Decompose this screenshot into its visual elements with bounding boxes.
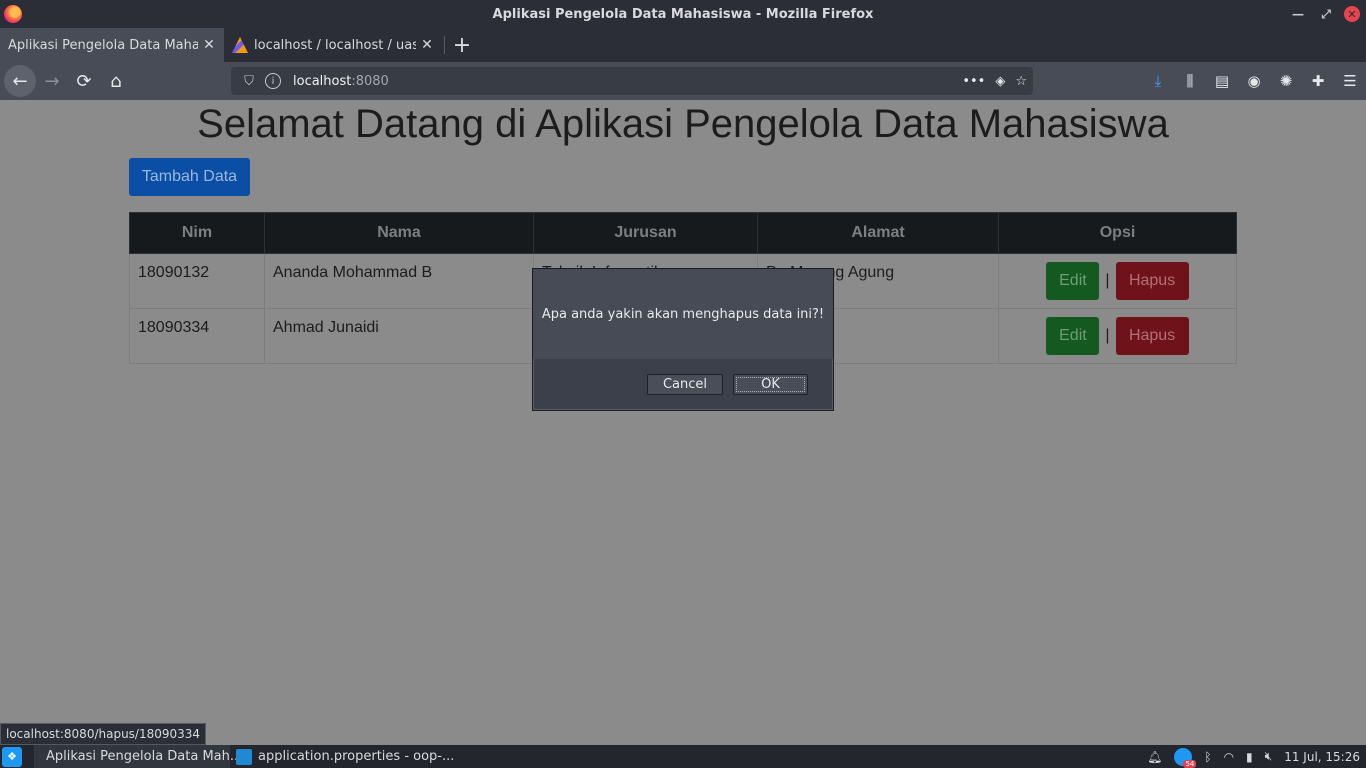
- home-button[interactable]: ⌂: [100, 65, 132, 97]
- sidebar-icon[interactable]: ▤: [1206, 65, 1238, 97]
- column-header-opsi: Opsi: [998, 212, 1237, 254]
- cell-nama: Ananda Mohammad B: [264, 253, 534, 309]
- phpmyadmin-icon: [232, 37, 248, 53]
- bookmark-star-icon[interactable]: ☆: [1015, 74, 1027, 89]
- account-icon[interactable]: ◉: [1238, 65, 1270, 97]
- new-tab-button[interactable]: +: [447, 28, 477, 62]
- navigation-toolbar: ← → ⟳ ⌂ ⛉ i localhost:8080 ••• ◈ ☆ ⤓ ⫼ ▤…: [0, 62, 1366, 100]
- window-titlebar: Aplikasi Pengelola Data Mahasiswa - Mozi…: [0, 0, 1366, 28]
- tambah-data-button[interactable]: Tambah Data: [129, 158, 250, 196]
- taskbar-item-label: Aplikasi Pengelola Data Mah...: [46, 749, 243, 764]
- downloads-icon[interactable]: ⤓: [1142, 65, 1174, 97]
- separator: |: [1105, 272, 1110, 289]
- reload-button[interactable]: ⟳: [68, 65, 100, 97]
- confirm-dialog: Apa anda yakin akan menghapus data ini?!…: [532, 268, 834, 411]
- pocket-icon[interactable]: ◈: [995, 74, 1005, 89]
- hapus-button[interactable]: Hapus: [1115, 317, 1189, 355]
- wifi-icon[interactable]: ◠: [1224, 750, 1234, 764]
- app-launcher-icon[interactable]: ❖: [2, 746, 22, 767]
- column-header-nim: Nim: [129, 212, 265, 254]
- updates-count: 54: [1183, 759, 1197, 768]
- site-info-icon[interactable]: i: [265, 73, 281, 89]
- tracking-protection-icon[interactable]: ⛉: [239, 74, 259, 89]
- edit-button[interactable]: Edit: [1046, 317, 1100, 355]
- ok-button[interactable]: OK: [733, 374, 808, 395]
- url-host: localhost: [293, 73, 352, 89]
- extensions-icon[interactable]: ✚: [1302, 65, 1334, 97]
- system-tray: 🔔︎ 54 ᛒ ◠ ▮ 🔇︎ 11 Jul, 15:26: [1147, 745, 1360, 768]
- edit-button[interactable]: Edit: [1046, 262, 1100, 300]
- status-link-preview: localhost:8080/hapus/18090334: [0, 723, 207, 745]
- cell-opsi: Edit | Hapus: [998, 308, 1237, 364]
- back-button[interactable]: ←: [4, 65, 36, 97]
- cell-nama: Ahmad Junaidi: [264, 308, 534, 364]
- close-window-icon[interactable]: ✕: [1344, 6, 1360, 22]
- dialog-message: Apa anda yakin akan menghapus data ini?!: [533, 269, 833, 359]
- updates-icon[interactable]: 54: [1174, 747, 1197, 768]
- notifications-icon[interactable]: 🔔︎: [1147, 750, 1162, 764]
- maximize-icon[interactable]: ⤢: [1316, 4, 1336, 24]
- tab-divider: [444, 36, 445, 54]
- cell-nim: 18090334: [129, 308, 265, 364]
- cancel-button[interactable]: Cancel: [647, 374, 723, 395]
- clock[interactable]: 11 Jul, 15:26: [1284, 750, 1360, 764]
- column-header-jurusan: Jurusan: [533, 212, 758, 254]
- window-title: Aplikasi Pengelola Data Mahasiswa - Mozi…: [492, 6, 874, 22]
- firefox-logo-icon: [4, 5, 22, 23]
- page-title: Selamat Datang di Aplikasi Pengelola Dat…: [197, 102, 1169, 146]
- taskbar-item-vscode[interactable]: application.properties - oop-...: [230, 745, 460, 768]
- tab-label: localhost / localhost / uas_oop: [254, 37, 416, 53]
- column-header-nama: Nama: [264, 212, 534, 254]
- bluetooth-icon[interactable]: ᛒ: [1204, 750, 1211, 764]
- hapus-button[interactable]: Hapus: [1115, 262, 1189, 300]
- battery-icon[interactable]: ▮: [1246, 750, 1253, 764]
- url-bar[interactable]: ⛉ i localhost:8080 ••• ◈ ☆: [231, 67, 1033, 95]
- page-actions-icon[interactable]: •••: [962, 74, 985, 89]
- table-header-row: Nim Nama Jurusan Alamat Opsi: [129, 212, 1237, 254]
- cookie-extension-icon[interactable]: ✺: [1270, 65, 1302, 97]
- hamburger-menu-icon[interactable]: ☰: [1334, 65, 1366, 97]
- taskbar-item-label: application.properties - oop-...: [258, 749, 455, 764]
- tab-aplikasi[interactable]: Aplikasi Pengelola Data Mahasiswa ✕: [0, 28, 224, 62]
- url-bar-actions: ••• ◈ ☆: [962, 67, 1027, 95]
- minimize-icon[interactable]: —: [1288, 4, 1308, 24]
- tab-label: Aplikasi Pengelola Data Mahasiswa: [8, 37, 198, 53]
- cell-opsi: Edit | Hapus: [998, 253, 1237, 309]
- tab-bar: Aplikasi Pengelola Data Mahasiswa ✕ loca…: [0, 28, 1366, 62]
- taskbar: ❖ Aplikasi Pengelola Data Mah... applica…: [0, 745, 1366, 768]
- vscode-icon: [236, 748, 252, 765]
- cell-nim: 18090132: [129, 253, 265, 309]
- library-icon[interactable]: ⫼: [1174, 65, 1206, 97]
- window-controls: — ⤢ ✕: [1288, 4, 1360, 24]
- close-tab-icon[interactable]: ✕: [420, 37, 434, 53]
- close-tab-icon[interactable]: ✕: [202, 37, 216, 53]
- url-port: :8080: [351, 73, 389, 89]
- separator: |: [1105, 327, 1110, 344]
- page-content: Selamat Datang di Aplikasi Pengelola Dat…: [0, 100, 1366, 744]
- volume-muted-icon[interactable]: 🔇︎: [1265, 749, 1273, 764]
- url-text[interactable]: localhost:8080: [293, 74, 389, 89]
- forward-button[interactable]: →: [36, 65, 68, 97]
- tab-phpmyadmin[interactable]: localhost / localhost / uas_oop ✕: [224, 28, 442, 62]
- toolbar-icons: ⤓ ⫼ ▤ ◉ ✺ ✚ ☰: [1142, 62, 1366, 100]
- taskbar-item-firefox[interactable]: Aplikasi Pengelola Data Mah...: [34, 745, 242, 768]
- column-header-alamat: Alamat: [757, 212, 999, 254]
